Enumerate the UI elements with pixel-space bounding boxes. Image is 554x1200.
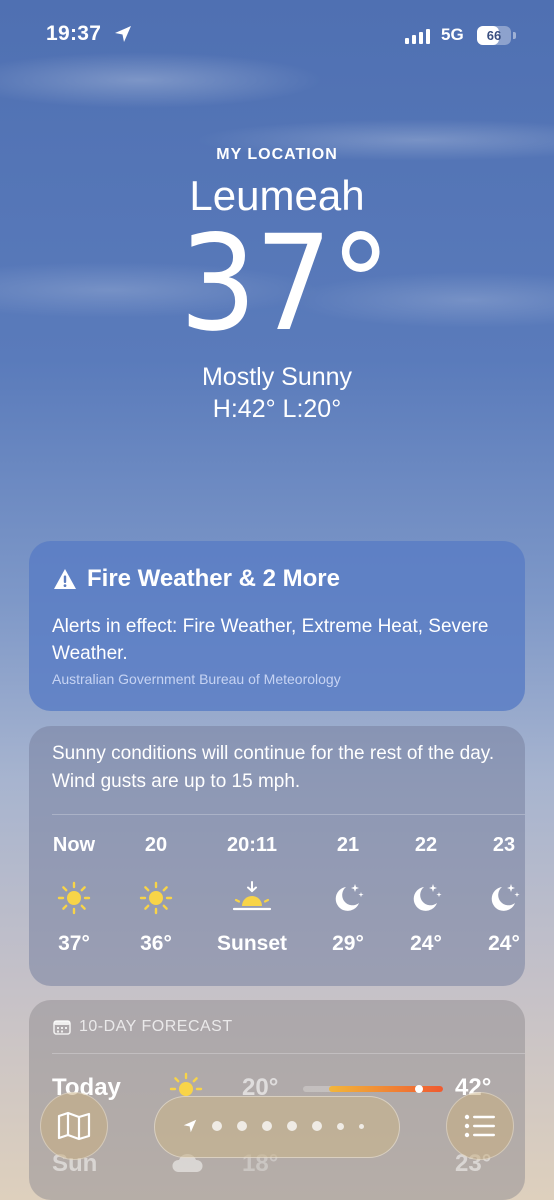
alert-title: Fire Weather & 2 More xyxy=(87,565,340,592)
calendar-icon xyxy=(53,1020,71,1035)
hour-temperature: 24° xyxy=(410,932,442,955)
battery-level: 66 xyxy=(486,28,502,43)
map-icon xyxy=(57,1111,91,1141)
page-dot xyxy=(312,1121,322,1131)
hour-item[interactable]: 22 24° xyxy=(386,834,466,956)
moon-stars-icon xyxy=(308,878,388,918)
hour-temperature: 29° xyxy=(332,932,364,955)
map-button[interactable] xyxy=(40,1092,108,1160)
page-dot xyxy=(212,1121,222,1131)
hour-label: 22 xyxy=(414,834,438,856)
network-type: 5G xyxy=(441,25,464,44)
hour-label: 21 xyxy=(336,834,360,856)
hour-temperature: 37° xyxy=(58,932,90,955)
divider xyxy=(52,814,525,815)
sun-icon xyxy=(34,878,114,918)
status-time: 19:37 xyxy=(46,22,102,45)
hourly-forecast-card[interactable]: Sunny conditions will continue for the r… xyxy=(29,726,525,986)
alert-body: Alerts in effect: Fire Weather, Extreme … xyxy=(52,616,489,664)
location-arrow-icon xyxy=(183,1119,197,1133)
location-list-button[interactable] xyxy=(446,1092,514,1160)
current-temperature: 37° xyxy=(179,207,391,361)
hour-label: 20 xyxy=(144,834,168,856)
hour-label: 20:11 xyxy=(226,834,278,856)
hour-item[interactable]: Now 37° xyxy=(34,834,114,956)
current-condition: Mostly Sunny xyxy=(201,363,353,391)
alert-source: Australian Government Bureau of Meteorol… xyxy=(52,671,341,687)
location-page-indicator[interactable] xyxy=(154,1096,400,1158)
page-dot xyxy=(359,1123,364,1129)
forecast-header: 10-DAY FORECAST xyxy=(79,1018,233,1035)
hour-item[interactable]: 20:11 Sunset xyxy=(212,834,292,956)
page-dot xyxy=(237,1121,247,1131)
location-arrow-icon xyxy=(115,26,131,42)
current-temp-marker xyxy=(415,1085,423,1093)
hour-item[interactable]: 23 24° xyxy=(464,834,544,956)
hour-temperature: Sunset xyxy=(216,932,287,955)
sun-icon xyxy=(116,878,196,918)
cellular-signal-icon xyxy=(405,28,430,44)
moon-stars-icon xyxy=(386,878,466,918)
hour-item[interactable]: 20 36° xyxy=(116,834,196,956)
divider xyxy=(52,1053,525,1054)
page-dot xyxy=(337,1122,344,1130)
battery-icon: 66 xyxy=(477,26,511,45)
list-icon xyxy=(464,1114,495,1138)
location-label: MY LOCATION xyxy=(216,146,338,163)
page-dot xyxy=(262,1121,272,1131)
weather-alert-card[interactable]: Fire Weather & 2 More Alerts in effect: … xyxy=(29,541,525,711)
hour-label: Now xyxy=(52,834,96,856)
hour-item[interactable]: 21 29° xyxy=(308,834,388,956)
hour-label: 23 xyxy=(492,834,516,856)
status-bar: 19:37 5G 66 xyxy=(0,22,554,52)
moon-stars-icon xyxy=(464,878,544,918)
warning-icon xyxy=(54,569,76,589)
sunset-icon xyxy=(212,878,292,918)
page-dot xyxy=(287,1121,297,1131)
forecast-summary: Sunny conditions will continue for the r… xyxy=(52,743,495,792)
hour-temperature: 24° xyxy=(488,932,520,955)
hour-temperature: 36° xyxy=(140,932,172,955)
high-low-temperature: H:42° L:20° xyxy=(212,395,342,423)
temperature-range-bar xyxy=(303,1085,443,1093)
